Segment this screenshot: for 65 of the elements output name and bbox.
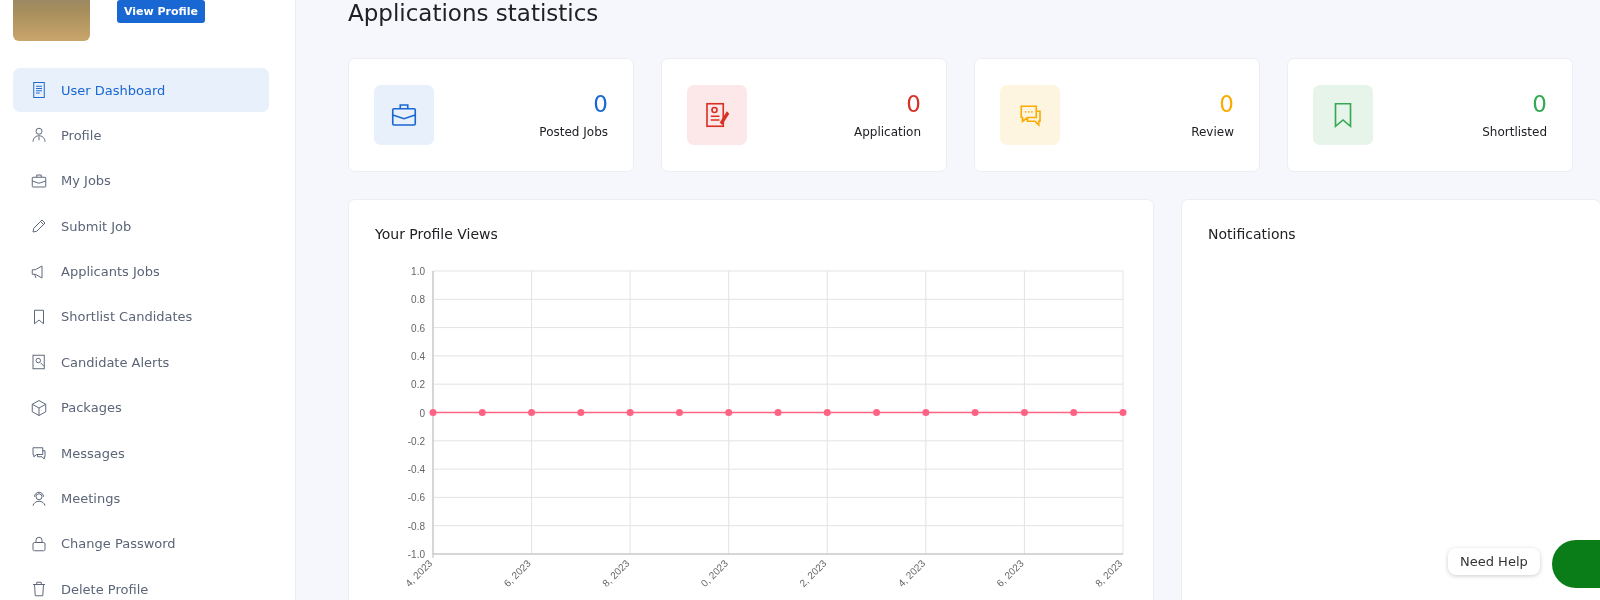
sidebar-item[interactable]: Meetings <box>13 476 269 521</box>
chat-icon <box>1000 85 1060 145</box>
stat-value: 0 <box>906 91 921 117</box>
data-point <box>873 409 881 416</box>
sidebar-item[interactable]: Delete Profile <box>13 567 269 600</box>
briefcase-icon <box>374 85 434 145</box>
sidebar-item[interactable]: Change Password <box>13 521 269 566</box>
y-axis-label: 0.2 <box>411 379 425 391</box>
box-icon <box>30 398 48 417</box>
data-point <box>1119 409 1127 416</box>
chat-button[interactable] <box>1552 540 1600 588</box>
data-point <box>1020 409 1028 416</box>
need-help-tooltip: Need Help <box>1448 548 1540 575</box>
sidebar-item[interactable]: Candidate Alerts <box>13 340 269 385</box>
trash-icon <box>30 580 48 599</box>
data-point <box>1070 409 1078 416</box>
user-icon <box>30 126 48 145</box>
stat-label: Posted Jobs <box>539 125 608 139</box>
data-point <box>725 409 733 416</box>
sidebar-item[interactable]: Profile <box>13 113 269 158</box>
stat-label: Application <box>853 125 921 139</box>
sidebar-item[interactable]: Applicants Jobs <box>13 249 269 294</box>
headset-icon <box>30 489 48 508</box>
stat-value: 0 <box>1219 91 1234 117</box>
y-axis-label: 0.6 <box>411 322 425 334</box>
stat-value: 0 <box>593 91 608 117</box>
sidebar-item[interactable]: Shortlist Candidates <box>13 294 269 339</box>
y-axis-label: 0.4 <box>411 350 425 362</box>
pencil-icon <box>30 217 48 236</box>
document-icon <box>30 81 48 99</box>
y-axis-label: 1.0 <box>411 266 425 277</box>
data-point <box>774 409 782 416</box>
y-axis-label: -0.8 <box>407 520 425 532</box>
chart-title: Your Profile Views <box>375 226 499 242</box>
y-axis-label: -0.2 <box>407 435 425 447</box>
view-profile-button[interactable]: View Profile <box>117 0 205 23</box>
briefcase-icon <box>30 171 48 190</box>
stat-label: Shortlisted <box>1482 125 1547 139</box>
sidebar-item[interactable]: User Dashboard <box>13 68 269 112</box>
sidebar-item[interactable]: Messages <box>13 431 269 476</box>
data-point <box>675 409 683 416</box>
data-point <box>478 409 486 416</box>
sidebar-item[interactable]: Packages <box>13 385 269 430</box>
bookmark-icon <box>1313 85 1373 145</box>
sidebar-item[interactable]: Submit Job <box>13 204 269 249</box>
document-icon <box>687 85 747 145</box>
y-axis-label: -0.6 <box>407 492 425 504</box>
y-axis-label: 0.8 <box>411 294 425 306</box>
y-axis-label: 0 <box>419 407 425 419</box>
sidebar-item[interactable]: My Jobs <box>13 158 269 203</box>
search-user-icon <box>30 353 48 372</box>
data-point <box>626 409 634 416</box>
data-point <box>528 409 536 416</box>
y-axis-label: -1.0 <box>407 549 425 560</box>
notifications-title: Notifications <box>1208 226 1297 242</box>
data-point <box>577 409 585 416</box>
page-title: Applications statistics <box>348 0 600 28</box>
data-point <box>429 409 437 416</box>
data-point <box>971 409 979 416</box>
stat-label: Review <box>1191 125 1234 139</box>
lock-icon <box>30 534 48 553</box>
stat-value: 0 <box>1532 91 1547 117</box>
y-axis-label: -0.4 <box>407 464 425 476</box>
data-point <box>922 409 930 416</box>
data-point <box>823 409 831 416</box>
